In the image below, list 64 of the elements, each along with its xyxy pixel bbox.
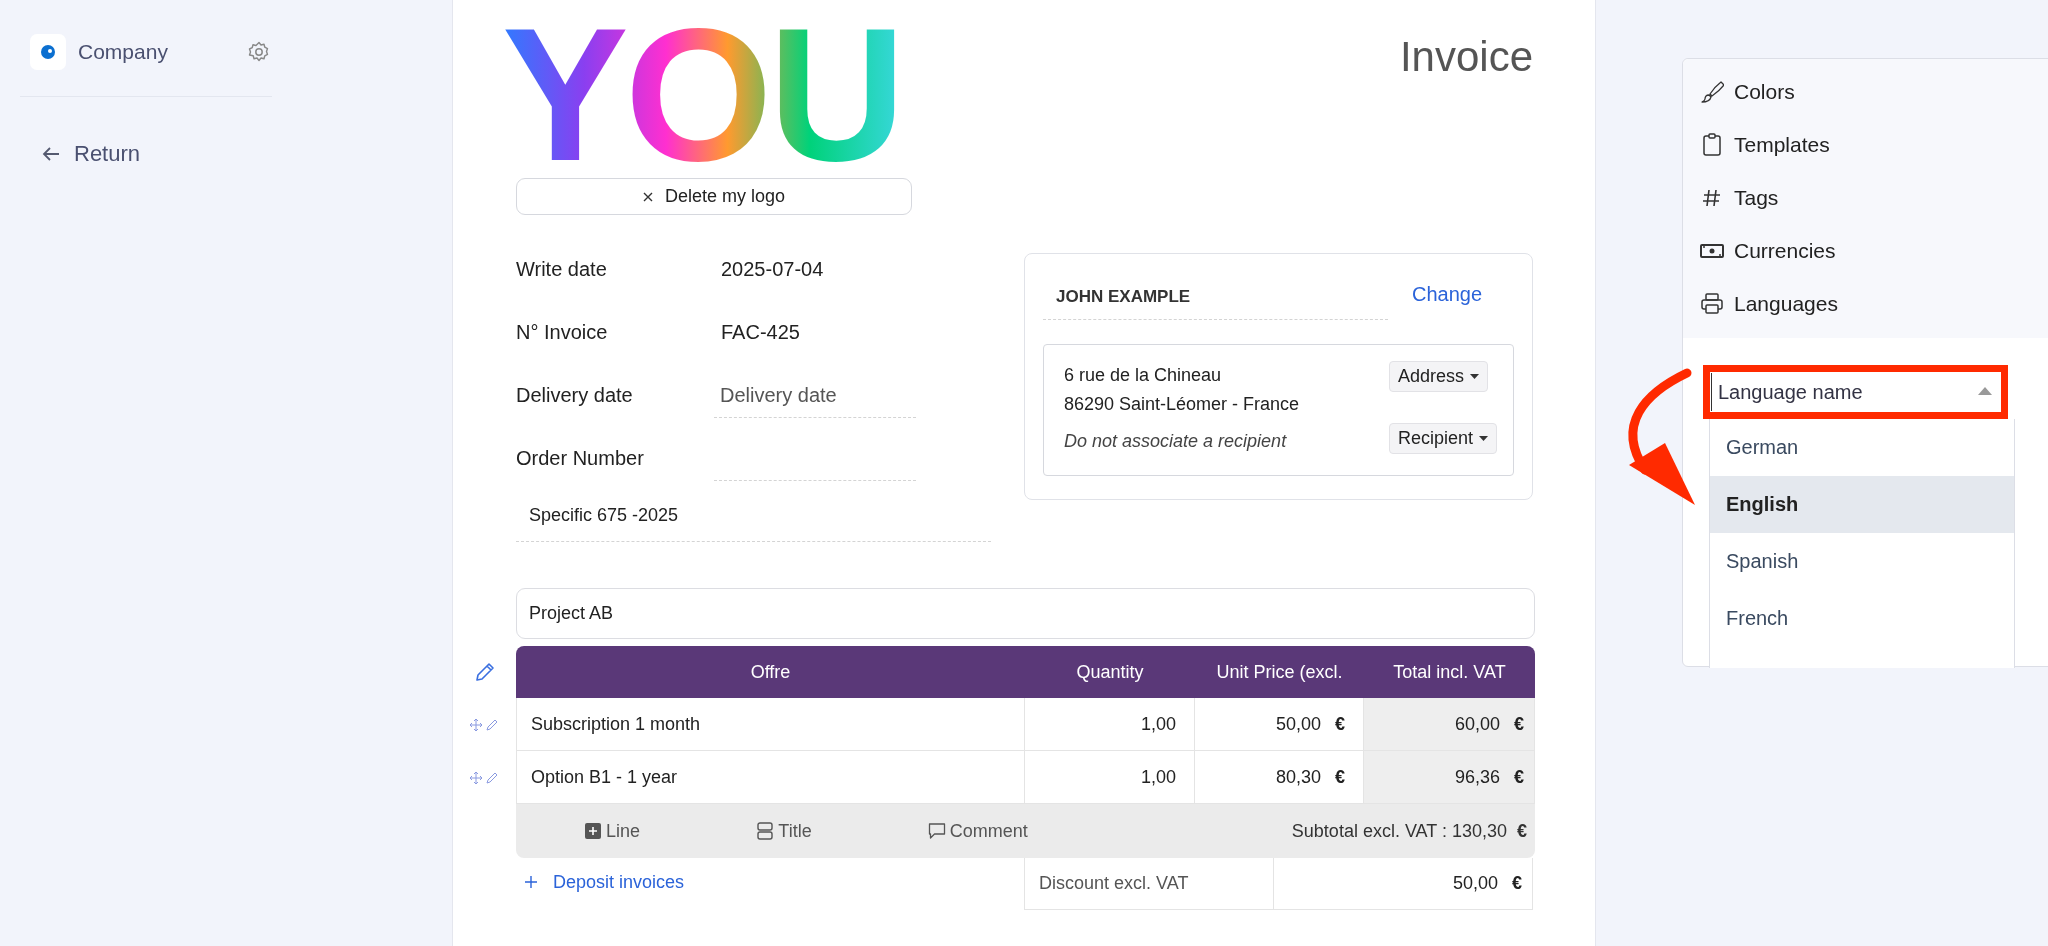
project-field[interactable]: Project AB bbox=[516, 588, 1535, 639]
column-header: Total incl. VAT bbox=[1364, 646, 1535, 698]
currency: € bbox=[1512, 873, 1522, 894]
add-comment-button[interactable]: Comment bbox=[927, 820, 1028, 842]
pencil-icon[interactable] bbox=[473, 661, 496, 683]
add-title-button[interactable]: Title bbox=[756, 820, 812, 842]
stacked-blocks-icon bbox=[756, 822, 775, 840]
settings-menu-item[interactable]: Languages bbox=[1683, 277, 2048, 330]
plus-square-icon bbox=[584, 822, 603, 840]
delete-logo-button[interactable]: Delete my logo bbox=[516, 178, 912, 215]
address-line: 6 rue de la Chineau bbox=[1064, 364, 1223, 387]
column-header: Offre bbox=[516, 646, 1025, 698]
clipboard-icon bbox=[1700, 132, 1724, 157]
change-link[interactable]: Change bbox=[1412, 282, 1483, 306]
caret-icon bbox=[1479, 436, 1488, 441]
caret-up-icon[interactable] bbox=[1978, 387, 1992, 395]
table-cell: Discount excl. VAT bbox=[1024, 858, 1274, 910]
invoice-title: Invoice bbox=[1399, 33, 1533, 82]
printer-icon bbox=[1700, 291, 1724, 316]
column-header: Unit Price (excl. bbox=[1195, 646, 1364, 698]
currency: € bbox=[1335, 713, 1345, 735]
address-line: 86290 Saint-Léomer - France bbox=[1064, 393, 1301, 416]
brush-icon bbox=[1700, 79, 1724, 104]
currency: € bbox=[1514, 713, 1524, 735]
arrow-left-icon bbox=[42, 146, 60, 162]
amount: 96,36 bbox=[1454, 766, 1500, 788]
currency: € bbox=[1514, 766, 1524, 788]
caret-icon bbox=[1470, 374, 1479, 379]
company-logo-icon bbox=[30, 34, 66, 70]
address-dropdown[interactable]: Address bbox=[1388, 361, 1488, 392]
table-cell: Option B1 - 1 year bbox=[516, 751, 1025, 804]
client-name: JOHN EXAMPLE bbox=[1056, 287, 1191, 307]
field-label: N° Invoice bbox=[516, 321, 609, 344]
field-value: FAC-425 bbox=[721, 321, 800, 344]
field-label: Order Number bbox=[516, 447, 645, 470]
amount: 50,00 bbox=[1275, 713, 1321, 735]
table-cell: Subscription 1 month bbox=[516, 698, 1025, 751]
amount: 80,30 bbox=[1275, 766, 1321, 788]
deposit-invoices-link[interactable]: Deposit invoices bbox=[525, 870, 685, 894]
add-line-button[interactable]: Line bbox=[584, 820, 641, 842]
table-cell: 1,00 bbox=[1025, 698, 1195, 751]
return-link[interactable]: Return bbox=[42, 141, 141, 167]
recipient-dropdown[interactable]: Recipient bbox=[1388, 423, 1497, 454]
column-header: Quantity bbox=[1025, 646, 1195, 698]
settings-menu-item[interactable]: Templates bbox=[1683, 118, 2048, 171]
company-name: Company bbox=[78, 40, 169, 64]
recipient-note: Do not associate a recipient bbox=[1064, 431, 1288, 452]
field-label: Delivery date bbox=[516, 384, 634, 407]
settings-menu-item[interactable]: Currencies bbox=[1683, 224, 2048, 277]
table-cell: 1,00 bbox=[1025, 751, 1195, 804]
plus-icon bbox=[525, 876, 537, 888]
settings-menu-item[interactable]: Colors bbox=[1683, 65, 2048, 118]
settings-menu-item[interactable]: Tags bbox=[1683, 171, 2048, 224]
settings-icon[interactable] bbox=[248, 41, 270, 63]
amount: 50,00 bbox=[1452, 873, 1498, 894]
field-label: Write date bbox=[516, 258, 608, 281]
reference-text: Specific 675 -2025 bbox=[529, 505, 679, 526]
subtotal: Subtotal excl. VAT : 130,30 € bbox=[1291, 820, 1528, 842]
amount: 60,00 bbox=[1454, 713, 1500, 735]
field-value: 2025-07-04 bbox=[721, 258, 824, 281]
currency: € bbox=[1335, 766, 1345, 788]
language-option[interactable]: English bbox=[1710, 476, 2014, 533]
speech-bubble-icon bbox=[927, 822, 946, 840]
close-icon bbox=[642, 191, 653, 202]
